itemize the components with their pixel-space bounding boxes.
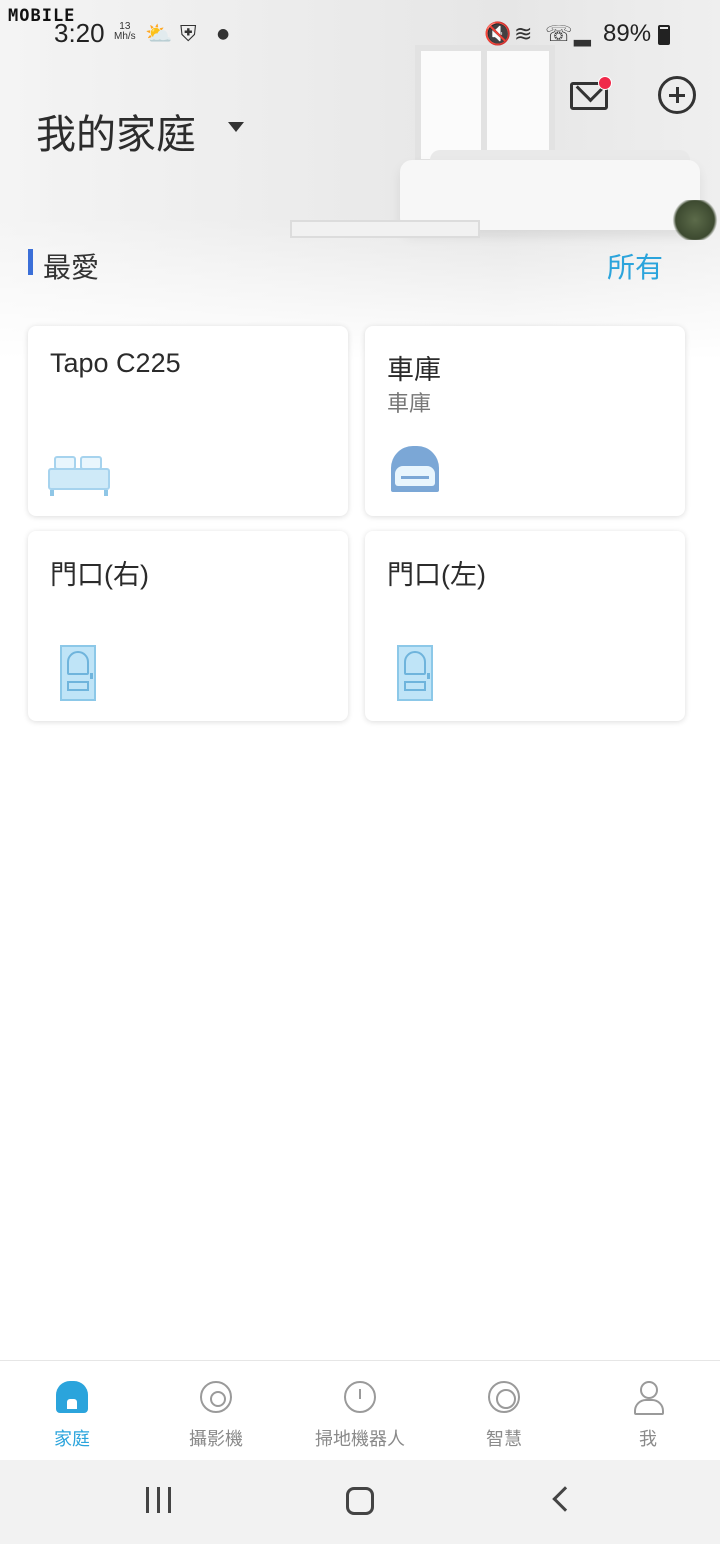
recents-button[interactable] (146, 1487, 172, 1513)
status-time: 3:20 (54, 18, 105, 48)
view-all-link[interactable]: 所有 (607, 246, 663, 286)
messages-button[interactable] (566, 76, 614, 116)
weather-icon: ⛅ (145, 22, 173, 47)
device-card[interactable]: 門口(右) (28, 531, 348, 721)
nav-tab-smart[interactable]: 智慧 (432, 1361, 576, 1461)
robot-vacuum-icon (344, 1381, 376, 1413)
nav-tab-cameras[interactable]: 攝影機 (144, 1361, 288, 1461)
wifi-icon: ≋ (514, 22, 533, 47)
notification-dot-icon: ● (217, 26, 230, 42)
mute-icon: 🔇 (484, 22, 512, 47)
battery-icon (658, 25, 670, 45)
nav-tab-label: 智慧 (486, 1429, 522, 1450)
device-card[interactable]: 車庫 車庫 (365, 326, 685, 516)
unread-dot (598, 76, 612, 90)
device-name: 門口(左) (387, 560, 486, 590)
section-marker (28, 249, 33, 275)
home-name: 我的家庭 (36, 112, 196, 158)
device-name: Tapo C225 (50, 348, 181, 378)
nav-tab-label: 掃地機器人 (315, 1429, 405, 1450)
door-icon (385, 645, 449, 701)
nav-tab-label: 家庭 (54, 1429, 90, 1450)
garage-icon (385, 446, 449, 496)
nav-tab-home[interactable]: 家庭 (0, 1361, 144, 1461)
signal-icon: ▂ (574, 22, 591, 47)
device-room: 車庫 (387, 392, 432, 417)
nav-tab-label: 我 (639, 1429, 657, 1450)
back-button[interactable] (552, 1486, 578, 1512)
device-card[interactable]: Tapo C225 (28, 326, 348, 516)
network-speed: 13 Mh/s (114, 22, 136, 42)
door-icon (48, 645, 112, 701)
bottom-navigation: 家庭 攝影機 掃地機器人 智慧 我 (0, 1360, 720, 1460)
section-title: 最愛 (43, 251, 100, 284)
network-speed-unit: Mh/s (114, 31, 136, 42)
home-selector[interactable]: 我的家庭 (36, 102, 196, 160)
device-card[interactable]: 門口(左) (365, 531, 685, 721)
profile-icon (632, 1381, 664, 1415)
wifi-call-icon: ☏ (545, 22, 573, 47)
caret-down-icon[interactable] (228, 122, 244, 132)
smart-icon (488, 1381, 520, 1413)
battery-percent: 89% (603, 20, 652, 47)
background-plant (670, 200, 720, 240)
home-icon (56, 1381, 88, 1413)
shield-icon: ⛨ (180, 22, 197, 47)
nav-tab-label: 攝影機 (189, 1429, 243, 1450)
bed-icon (48, 446, 112, 496)
device-name: 門口(右) (50, 560, 149, 590)
camera-icon (200, 1381, 232, 1413)
system-home-button[interactable] (346, 1487, 374, 1515)
nav-tab-robot-vacuum[interactable]: 掃地機器人 (288, 1361, 432, 1461)
nav-tab-me[interactable]: 我 (576, 1361, 720, 1461)
device-name: 車庫 (387, 355, 441, 385)
system-navigation-bar (0, 1460, 720, 1544)
status-bar: MOBILE 3:20 13 Mh/s ⛅ ⛨ ● 🔇 ≋ ☏ ▂ 89% (0, 0, 720, 70)
add-device-button[interactable] (658, 76, 696, 114)
background-table (290, 220, 480, 238)
